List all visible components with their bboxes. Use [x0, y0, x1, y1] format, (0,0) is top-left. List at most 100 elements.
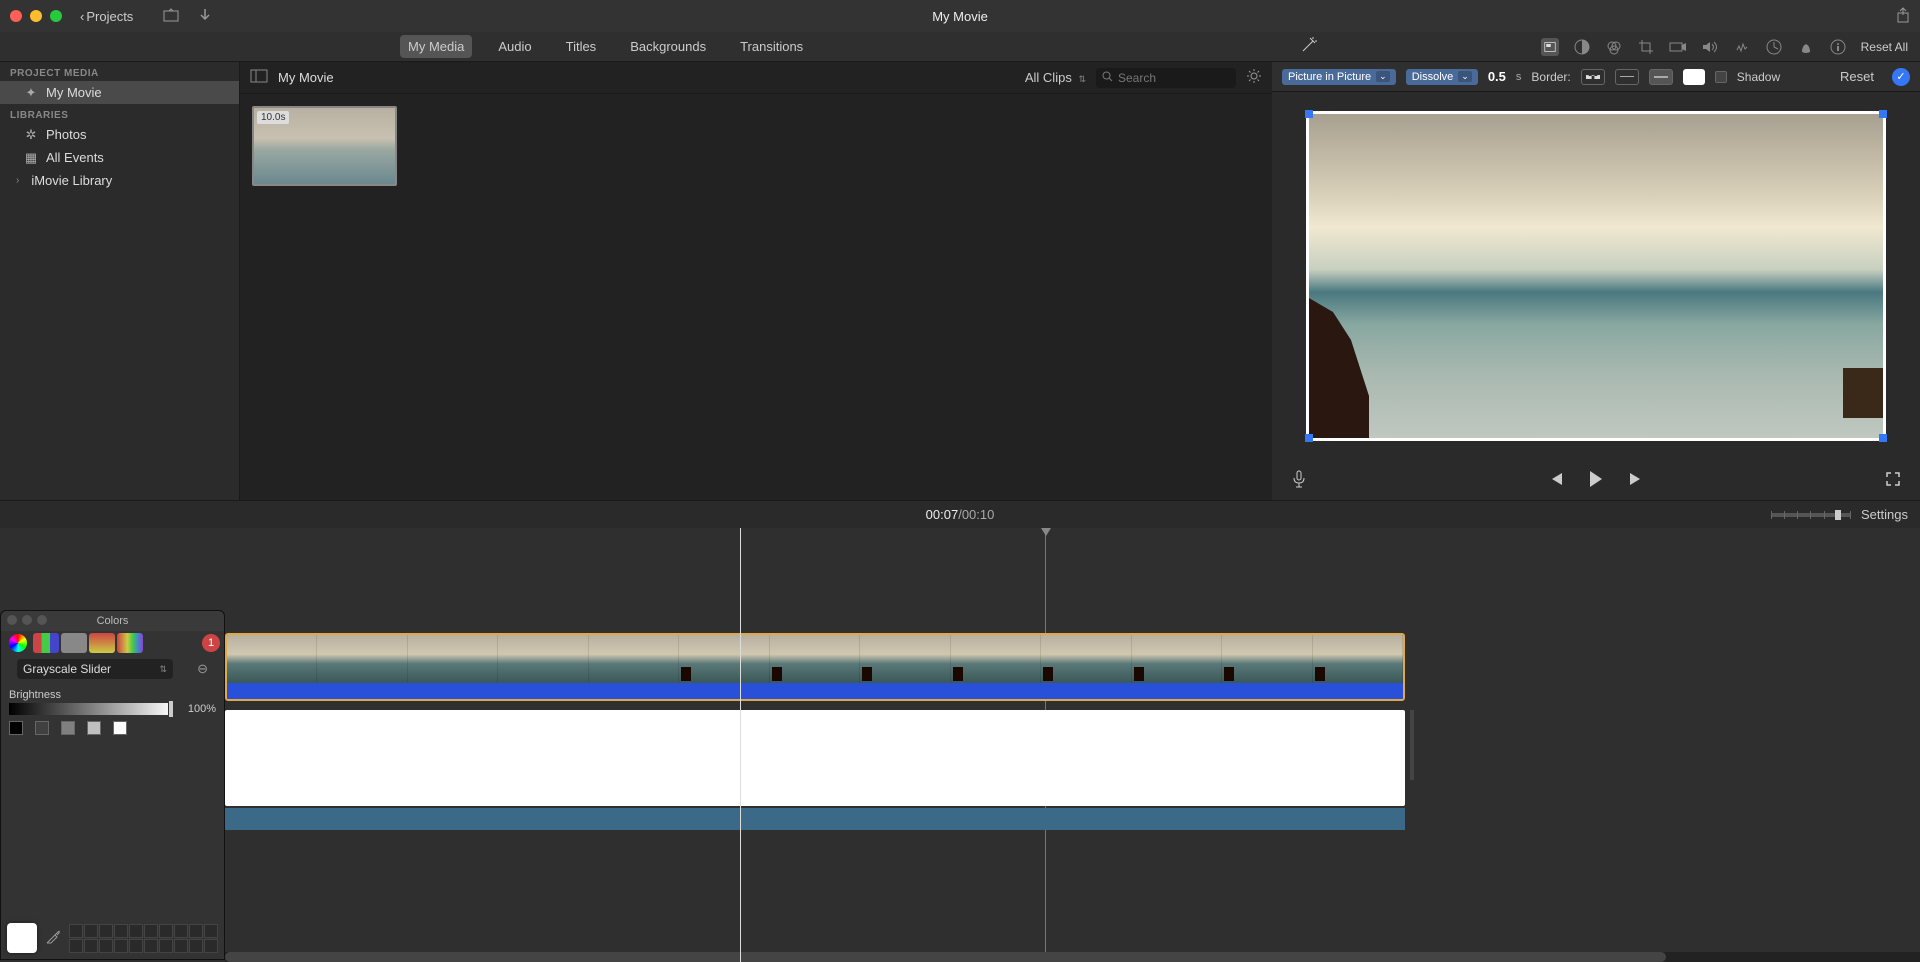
clip-audio-track[interactable]: [227, 683, 1403, 701]
tab-backgrounds[interactable]: Backgrounds: [622, 35, 714, 58]
resize-handle-br[interactable]: [1879, 434, 1887, 442]
sidebar-item-all-events[interactable]: ▦ All Events: [0, 146, 239, 169]
sidebar-toggle-icon[interactable]: [250, 69, 268, 86]
speed-icon[interactable]: [1765, 38, 1783, 56]
action-menu-icon[interactable]: ⊖: [189, 661, 216, 677]
noise-reduction-icon[interactable]: [1733, 38, 1751, 56]
microphone-icon[interactable]: [1292, 470, 1306, 491]
swatch-black[interactable]: [9, 721, 23, 735]
window-titlebar: ‹ Projects My Movie: [0, 0, 1920, 32]
border-thick-option[interactable]: [1649, 69, 1673, 85]
swatch-white[interactable]: [113, 721, 127, 735]
panel-zoom-button[interactable]: [37, 615, 47, 625]
play-button[interactable]: [1588, 470, 1604, 491]
swatch-gray[interactable]: [61, 721, 75, 735]
panel-minimize-button[interactable]: [22, 615, 32, 625]
brightness-slider[interactable]: [9, 703, 174, 715]
timeline[interactable]: Colors 1 Grayscale Slider ⇅ ⊖ Brightness…: [0, 528, 1920, 962]
download-arrow-icon[interactable]: [199, 8, 211, 25]
flower-icon: ✲: [24, 128, 38, 142]
sidebar-item-my-movie[interactable]: ✦ My Movie: [0, 81, 239, 104]
close-window-button[interactable]: [10, 10, 22, 22]
search-input[interactable]: Search: [1096, 68, 1236, 88]
reset-all-button[interactable]: Reset All: [1861, 40, 1908, 54]
resize-handle-tl[interactable]: [1305, 110, 1313, 118]
zoom-window-button[interactable]: [50, 10, 62, 22]
brightness-slider-thumb[interactable]: [168, 700, 174, 718]
transition-dropdown[interactable]: Dissolve ⌄: [1406, 69, 1478, 85]
chevron-down-icon: ⌄: [1376, 71, 1390, 82]
swatch-light-gray[interactable]: [87, 721, 101, 735]
pip-reset-button[interactable]: Reset: [1840, 69, 1874, 84]
preview-content: [1309, 298, 1369, 438]
media-clip-thumbnail[interactable]: 10.0s: [252, 106, 397, 186]
zoom-slider[interactable]: [1771, 513, 1851, 517]
image-palettes-tab[interactable]: [89, 633, 115, 653]
preview-frame[interactable]: [1306, 111, 1886, 441]
clips-filter-dropdown[interactable]: All Clips ⇅: [1025, 70, 1086, 85]
import-media-icon[interactable]: [163, 8, 179, 25]
traffic-lights: [10, 10, 62, 22]
share-icon[interactable]: [1896, 7, 1910, 26]
sidebar-item-imovie-library[interactable]: › iMovie Library: [0, 169, 239, 192]
updown-icon: ⇅: [1078, 74, 1086, 84]
border-thin-option[interactable]: [1615, 69, 1639, 85]
color-palettes-tab[interactable]: [61, 633, 87, 653]
playback-controls: [1272, 460, 1920, 500]
color-correction-icon[interactable]: [1605, 38, 1623, 56]
clip-edge-handle[interactable]: [1410, 710, 1414, 780]
overlay-mode-label: Picture in Picture: [1288, 71, 1371, 83]
colors-panel-title: Colors: [1, 611, 224, 631]
scrollbar-thumb[interactable]: [225, 952, 1666, 962]
crop-icon[interactable]: [1637, 38, 1655, 56]
back-to-projects-button[interactable]: ‹ Projects: [80, 9, 133, 24]
timeline-scrollbar[interactable]: [225, 952, 1920, 962]
brightness-label: Brightness: [1, 683, 224, 703]
swatch-dark-gray[interactable]: [35, 721, 49, 735]
color-sliders-tab[interactable]: [33, 633, 59, 653]
color-balance-icon[interactable]: [1573, 38, 1591, 56]
border-color-swatch[interactable]: [1683, 69, 1705, 85]
info-icon[interactable]: [1829, 38, 1847, 56]
playhead[interactable]: [740, 528, 741, 962]
border-none-option[interactable]: [1581, 69, 1605, 85]
minimize-window-button[interactable]: [30, 10, 42, 22]
volume-icon[interactable]: [1701, 38, 1719, 56]
chevron-down-icon: ⌄: [1458, 71, 1472, 82]
tab-titles[interactable]: Titles: [558, 35, 605, 58]
transition-duration-value[interactable]: 0.5: [1488, 69, 1506, 84]
clip-duration-badge: 10.0s: [257, 111, 289, 124]
stabilization-icon[interactable]: [1669, 38, 1687, 56]
video-overlay-icon[interactable]: [1541, 38, 1559, 56]
apply-checkmark-button[interactable]: ✓: [1892, 68, 1910, 86]
tab-my-media[interactable]: My Media: [400, 35, 472, 58]
resize-handle-bl[interactable]: [1305, 434, 1313, 442]
saved-colors-grid[interactable]: [69, 924, 218, 953]
slider-mode-dropdown[interactable]: Grayscale Slider ⇅: [17, 659, 173, 679]
timeline-clip-main[interactable]: [225, 710, 1405, 806]
settings-button[interactable]: Settings: [1861, 507, 1908, 522]
next-frame-button[interactable]: [1628, 472, 1644, 489]
tab-transitions[interactable]: Transitions: [732, 35, 811, 58]
eyedropper-icon[interactable]: [45, 929, 61, 948]
timeline-audio-main[interactable]: [225, 808, 1405, 830]
current-color-swatch[interactable]: [7, 923, 37, 953]
magic-wand-icon[interactable]: [1300, 36, 1318, 57]
color-wheel-tab[interactable]: [9, 634, 27, 652]
fullscreen-icon[interactable]: [1886, 472, 1900, 489]
panel-close-button[interactable]: [7, 615, 17, 625]
previous-frame-button[interactable]: [1548, 472, 1564, 489]
grayscale-swatches: [1, 715, 224, 741]
zoom-slider-thumb[interactable]: [1835, 510, 1841, 520]
sidebar-item-photos[interactable]: ✲ Photos: [0, 123, 239, 146]
pencils-tab[interactable]: [117, 633, 143, 653]
resize-handle-tr[interactable]: [1879, 110, 1887, 118]
tab-audio[interactable]: Audio: [490, 35, 539, 58]
gear-icon[interactable]: [1246, 68, 1262, 87]
timeline-clip-overlay[interactable]: [225, 633, 1405, 701]
clip-filter-icon[interactable]: [1797, 38, 1815, 56]
marker-triangle[interactable]: [1041, 528, 1051, 536]
overlay-mode-dropdown[interactable]: Picture in Picture ⌄: [1282, 69, 1396, 85]
shadow-checkbox[interactable]: [1715, 71, 1727, 83]
add-palette-badge[interactable]: 1: [202, 634, 220, 652]
